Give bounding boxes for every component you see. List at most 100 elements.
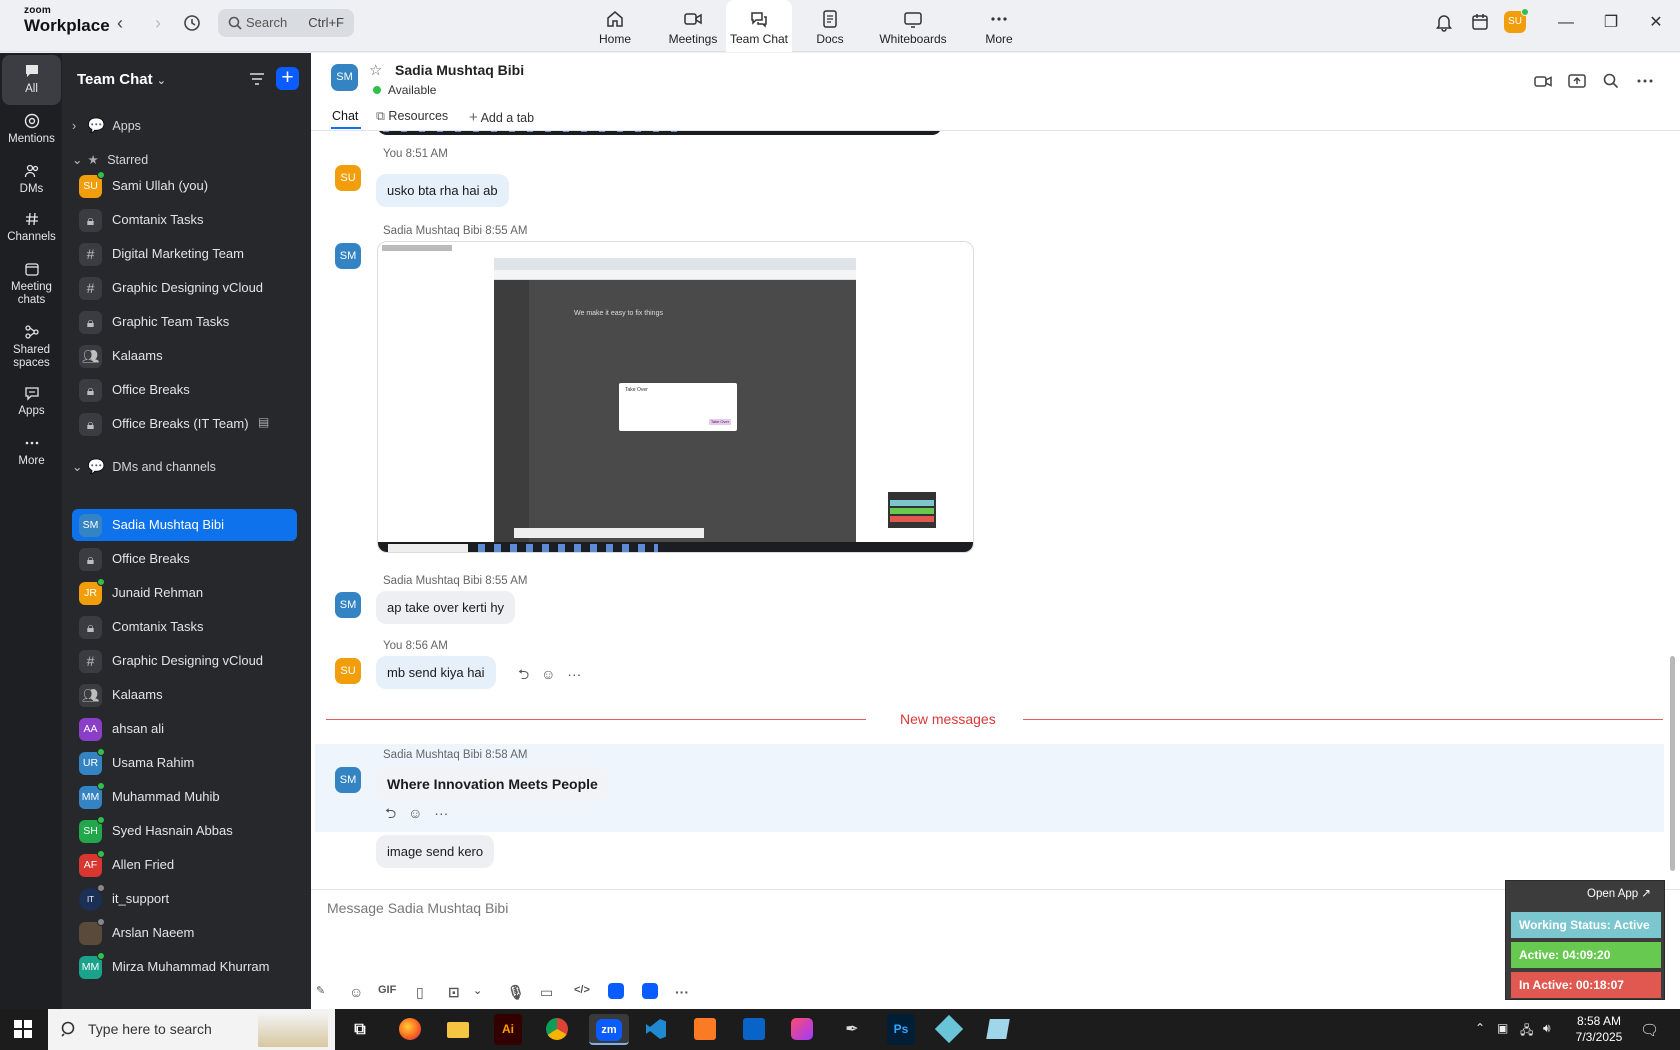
sidebar-item-muhammad-muhib[interactable]: MM Muhammad Muhib [72, 781, 297, 813]
photoshop-icon[interactable]: Ps [887, 1014, 915, 1045]
notepad-icon[interactable] [982, 1014, 1014, 1045]
more-options-icon[interactable] [1635, 71, 1655, 91]
image-attachment[interactable]: We make it easy to fix things Take Over … [377, 241, 974, 553]
microphone-icon[interactable]: 🎙︎ [507, 984, 525, 1001]
history-icon[interactable] [181, 12, 205, 36]
rail-channels[interactable]: Channels [2, 203, 61, 253]
section-starred[interactable]: ⌄ ★ Starred [72, 152, 148, 167]
sidebar-item-sami-ullah[interactable]: SU Sami Ullah (you) [72, 170, 297, 202]
zoom-taskbar-icon[interactable]: zm [589, 1014, 629, 1045]
show-hidden-icons[interactable]: ⌃ [1475, 1021, 1485, 1035]
tab-chat[interactable]: Chat [332, 109, 358, 123]
open-app-button[interactable]: Open App ↗ [1587, 886, 1651, 900]
emoji-reaction-icon[interactable]: ☺ [408, 805, 422, 821]
new-chat-button[interactable]: + [276, 67, 299, 90]
sidebar-item-it-support[interactable]: IT it_support [72, 883, 297, 915]
emoji-reaction-icon[interactable]: ☺ [541, 666, 555, 682]
close-button[interactable]: ✕ [1642, 12, 1670, 36]
chevron-down-icon[interactable]: ⌄ [473, 984, 482, 997]
rail-all[interactable]: All [2, 55, 61, 105]
sidebar-item-junaid-rehman[interactable]: JR Junaid Rehman [72, 577, 297, 609]
windows-start-icon[interactable] [14, 1020, 32, 1038]
message-avatar[interactable]: SU [335, 658, 361, 684]
xampp-icon[interactable] [689, 1014, 721, 1045]
message-list[interactable]: SU You 8:51 AM usko bta rha hai ab SM Sa… [311, 131, 1680, 889]
sidebar-item-mirza-muhammad-khurram[interactable]: MM Mirza Muhammad Khurram [72, 951, 297, 983]
sidebar-item-office-breaks[interactable]: 🔒︎ Office Breaks [72, 374, 297, 406]
sidebar-item-graphic-team-tasks[interactable]: 🔒︎ Graphic Team Tasks [72, 306, 297, 338]
calendar-icon[interactable] [1470, 12, 1494, 36]
sidebar-item-graphic-designing-vcloud[interactable]: # Graphic Designing vCloud [72, 272, 297, 304]
screenshot-icon[interactable]: ⊡ [448, 984, 460, 1001]
message-bubble[interactable]: Where Innovation Meets People [376, 767, 609, 801]
tab-team-chat[interactable]: Team Chat [726, 0, 792, 52]
network-icon[interactable]: 🖧︎ [1520, 1021, 1533, 1042]
sidebar-item-ahsan-ali[interactable]: AA ahsan ali [72, 713, 297, 745]
gif-button[interactable]: GIF [378, 984, 396, 996]
section-apps[interactable]: › 💬 Apps [72, 117, 141, 134]
star-icon[interactable]: ☆ [369, 61, 382, 79]
tab-home[interactable]: Home [596, 0, 634, 52]
rail-more[interactable]: More [2, 427, 61, 477]
scrollbar-thumb[interactable] [1670, 656, 1675, 871]
rail-meeting-chats[interactable]: Meeting chats [2, 253, 61, 313]
video-call-icon[interactable] [1533, 71, 1553, 91]
creative-cloud-icon[interactable] [786, 1014, 818, 1045]
tab-docs[interactable]: Docs [812, 0, 848, 52]
contact-name[interactable]: Sadia Mushtaq Bibi [395, 62, 524, 78]
sidebar-item-comtanix-tasks[interactable]: 🔒︎ Comtanix Tasks [72, 204, 297, 236]
user-avatar[interactable]: SU [1504, 8, 1529, 33]
rail-dms[interactable]: DMs [2, 155, 61, 203]
taskbar-search[interactable]: Type here to search [48, 1009, 335, 1050]
share-screen-icon[interactable] [1567, 71, 1587, 91]
add-tab-button[interactable]: + Add a tab [469, 109, 534, 126]
message-avatar[interactable]: SU [335, 165, 361, 191]
search-box[interactable]: Search Ctrl+F [218, 9, 354, 37]
forward-arrow-icon[interactable]: › [146, 12, 170, 36]
firefox-icon[interactable] [394, 1014, 426, 1045]
zoom-app-icon[interactable] [608, 983, 624, 999]
task-view-icon[interactable]: ⧉ [344, 1014, 376, 1045]
message-bubble[interactable]: image send kero [376, 835, 495, 868]
rail-apps[interactable]: Apps [2, 377, 61, 427]
back-arrow-icon[interactable]: ‹ [108, 12, 132, 36]
notification-center-icon[interactable]: 🗨︎ [1640, 1021, 1659, 1039]
code-snippet-icon[interactable]: </> [574, 984, 590, 996]
sidebar-item-comtanix-tasks-2[interactable]: 🔒︎ Comtanix Tasks [72, 611, 297, 643]
reply-icon[interactable]: ⮌ [385, 805, 396, 821]
tab-resources[interactable]: ⧉ Resources [376, 109, 448, 124]
search-icon[interactable] [1601, 71, 1621, 91]
sidebar-item-office-breaks-2[interactable]: 🔒︎ Office Breaks [72, 543, 297, 575]
zoom-chat-app-icon[interactable] [642, 983, 658, 999]
outlook-icon[interactable] [738, 1014, 770, 1045]
minimize-button[interactable]: — [1552, 12, 1580, 36]
file-icon[interactable]: ▯ [416, 984, 424, 1001]
file-explorer-icon[interactable] [442, 1014, 474, 1045]
sidebar-item-arslan-naeem[interactable]: Arslan Naeem [72, 917, 297, 949]
rail-shared-spaces[interactable]: Shared spaces [2, 316, 61, 376]
maximize-button[interactable]: ❐ [1597, 12, 1625, 36]
illustrator-icon[interactable]: Ai [494, 1014, 522, 1045]
video-message-icon[interactable]: ▭ [540, 984, 553, 1001]
more-icon[interactable]: ··· [434, 805, 448, 821]
tab-more[interactable]: More [979, 0, 1019, 52]
taskbar-clock[interactable]: 8:58 AM 7/3/2025 [1564, 1013, 1634, 1045]
sidebar-item-sadia-mushtaq-bibi[interactable]: SM Sadia Mushtaq Bibi [72, 509, 297, 541]
volume-icon[interactable]: 🔊︎ [1543, 1021, 1551, 1036]
message-avatar[interactable]: SM [335, 243, 361, 269]
chrome-icon[interactable] [541, 1014, 573, 1045]
tab-meetings[interactable]: Meetings [662, 0, 724, 52]
rail-mentions[interactable]: Mentions [2, 105, 61, 155]
sidebar-item-kalaams-2[interactable]: 👥︎ Kalaams [72, 679, 297, 711]
message-bubble[interactable]: usko bta rha hai ab [376, 174, 509, 207]
sidebar-item-syed-hasnain-abbas[interactable]: SH Syed Hasnain Abbas [72, 815, 297, 847]
sidebar-item-usama-rahim[interactable]: UR Usama Rahim [72, 747, 297, 779]
vscode-icon[interactable] [640, 1014, 672, 1045]
more-icon[interactable]: ··· [675, 984, 689, 1000]
tray-app-icon[interactable]: ▣ [1497, 1021, 1508, 1035]
filter-icon[interactable] [248, 70, 266, 88]
previous-image-attachment[interactable] [377, 131, 942, 135]
tab-whiteboards[interactable]: Whiteboards [873, 0, 953, 52]
pen-tool-icon[interactable]: ✒︎ [836, 1014, 868, 1045]
sidebar-item-allen-fried[interactable]: AF Allen Fried [72, 849, 297, 881]
